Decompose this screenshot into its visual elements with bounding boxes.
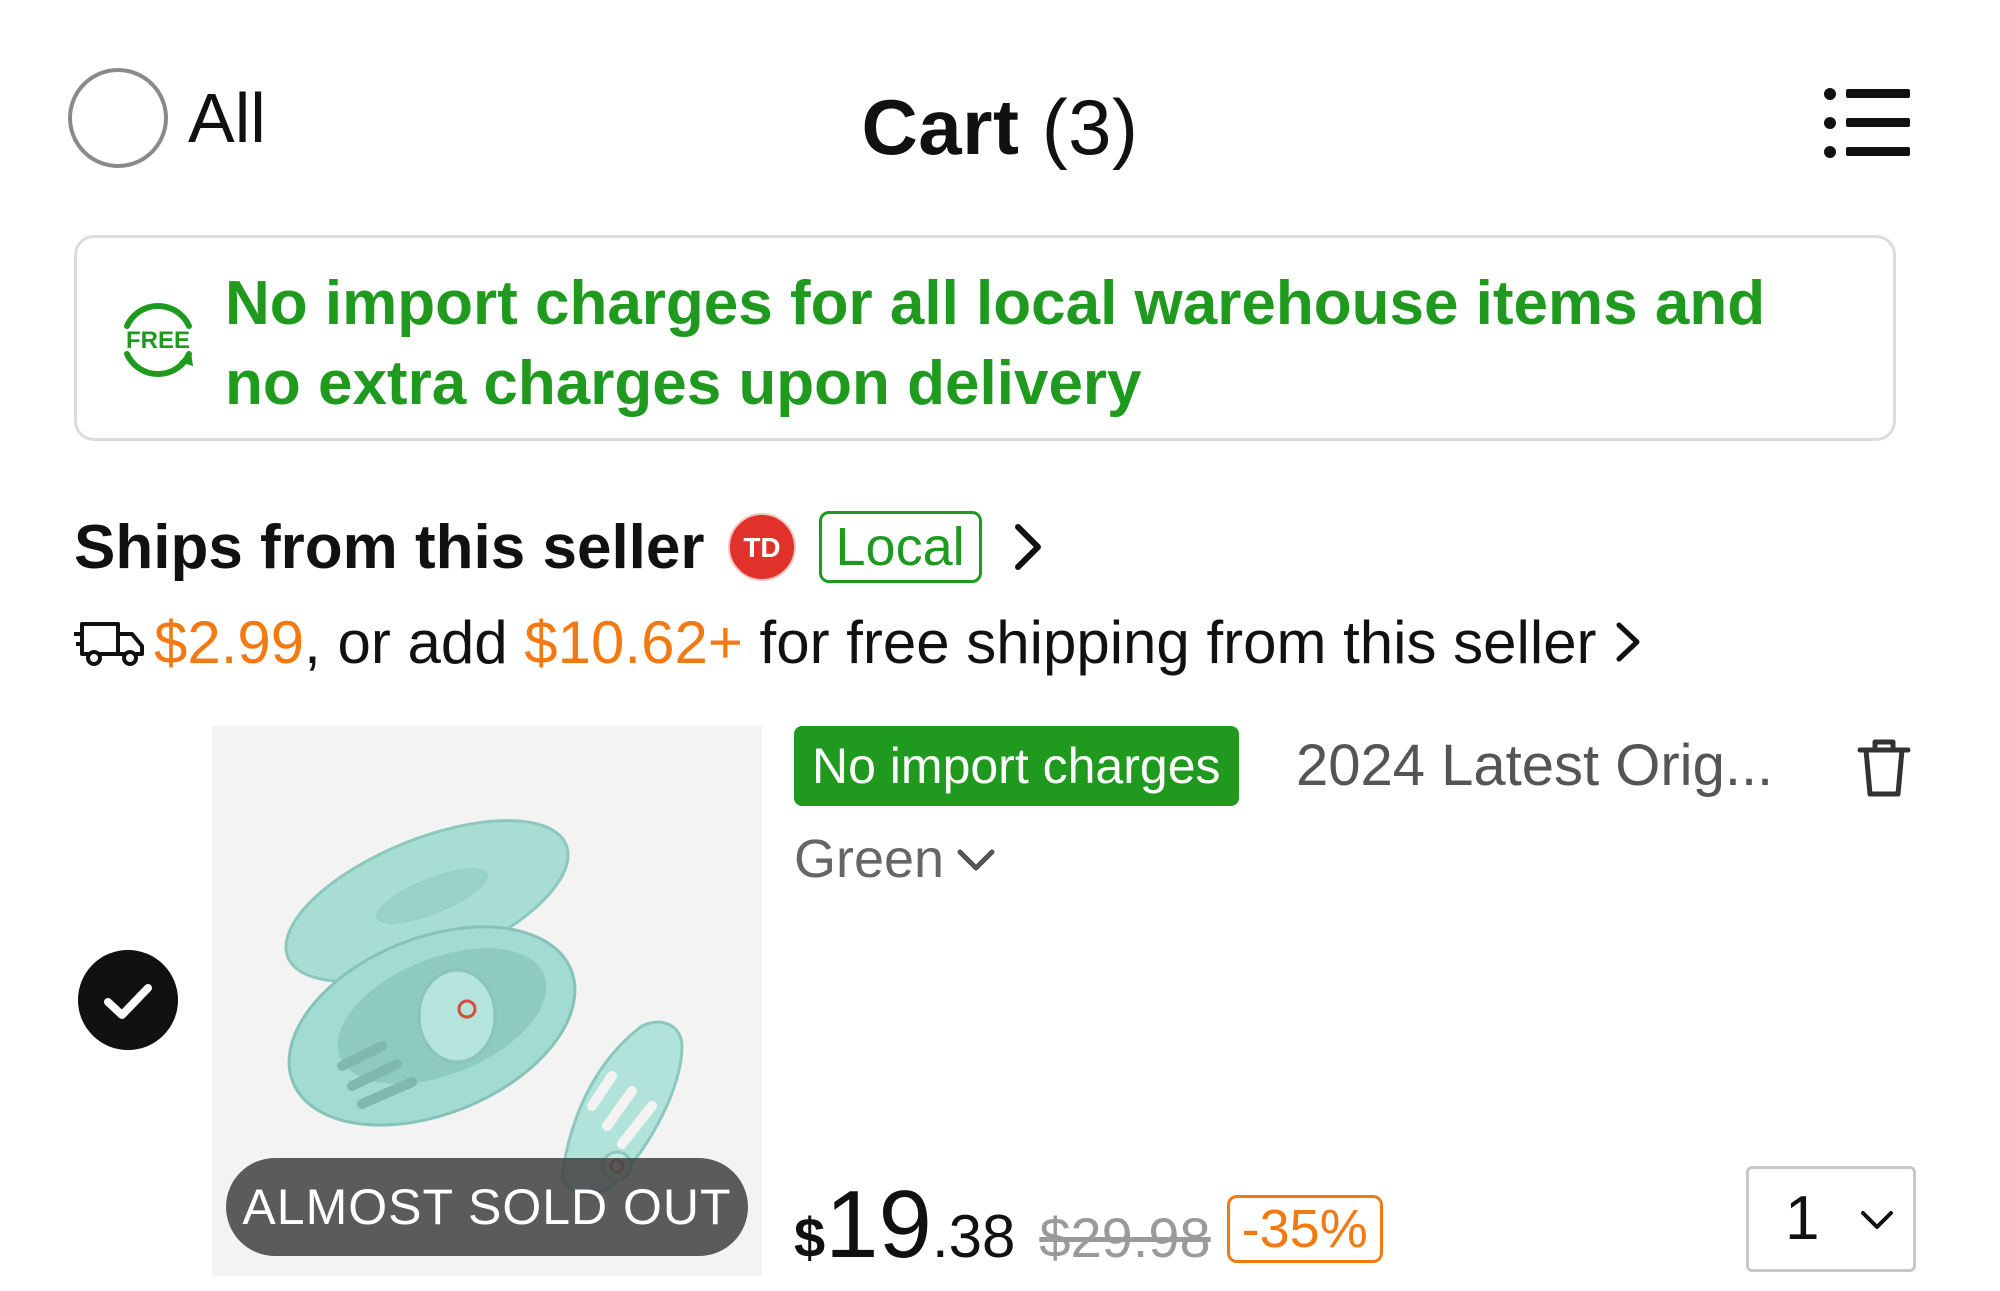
seller-label: Ships from this seller (74, 512, 705, 582)
item-checkbox[interactable] (78, 950, 178, 1050)
local-badge: Local (818, 511, 982, 583)
chevron-right-icon[interactable] (1613, 619, 1643, 665)
shipping-info[interactable]: $2.99 , or add $10.62+ for free shipping… (74, 600, 1643, 684)
price-cents: .38 (931, 1203, 1016, 1270)
chevron-down-icon (1861, 1211, 1893, 1229)
price-currency: $ (794, 1206, 826, 1269)
price-main: 19 (825, 1171, 932, 1278)
cart-header: All Cart (3) (0, 0, 2000, 230)
td-logo-text: TD (743, 532, 780, 563)
no-import-charges-badge: No import charges (794, 726, 1239, 806)
menu-icon[interactable] (1824, 88, 1910, 158)
discount-badge: -35% (1226, 1195, 1383, 1263)
shipping-cost: $2.99 (154, 608, 305, 676)
chevron-down-icon (957, 849, 995, 871)
banner-message: No import charges for all local warehous… (225, 264, 1865, 424)
page-title: Cart (3) (0, 82, 2000, 173)
truck-icon (74, 622, 144, 666)
variant-selector[interactable]: Green (794, 824, 998, 894)
product-image[interactable]: ALMOST SOLD OUT (212, 726, 762, 1276)
variant-label: Green (794, 829, 945, 889)
price-row: $ 19 .38 $29.98 -35% (794, 1170, 1383, 1280)
quantity-value: 1 (1785, 1184, 1820, 1253)
td-logo: TD (727, 513, 796, 581)
trash-icon[interactable] (1856, 736, 1912, 798)
free-shipping-threshold: $10.62+ (524, 608, 743, 676)
shipping-text-mid: , or add (304, 608, 525, 676)
banner-line-2: no extra charges upon delivery (225, 349, 1142, 418)
quantity-select[interactable]: 1 (1746, 1166, 1916, 1272)
banner-line-1: No import charges for all local warehous… (225, 269, 1766, 338)
original-price: $29.98 (1039, 1206, 1211, 1269)
cart-count: (3) (1041, 83, 1139, 171)
no-import-charges-banner: FREE No import charges for all local war… (74, 235, 1896, 441)
seller-header[interactable]: Ships from this seller TD Local (74, 505, 1048, 589)
free-icon: FREE (124, 303, 193, 377)
chevron-right-icon[interactable] (1008, 519, 1048, 575)
shipping-text-end: for free shipping from this seller (742, 608, 1597, 676)
product-title[interactable]: 2024 Latest Orig... (1296, 726, 1773, 806)
cart-title-text: Cart (861, 83, 1020, 171)
almost-sold-out-badge: ALMOST SOLD OUT (226, 1158, 748, 1256)
free-icon-text: FREE (126, 327, 190, 354)
